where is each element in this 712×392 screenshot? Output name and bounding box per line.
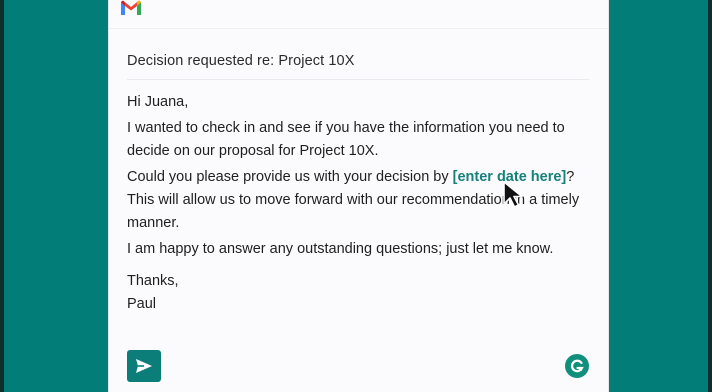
body-paragraph-3: I am happy to answer any outstanding que… [127,241,554,257]
send-icon [136,359,152,373]
mouse-pointer-icon [503,181,523,208]
grammarly-icon[interactable] [565,354,589,378]
email-compose-window: Decision requested re: Project 10X Hi Ju… [108,0,609,392]
send-button[interactable] [127,350,161,382]
paragraph-2-before: Could you please provide us with your de… [127,169,453,185]
compose-header [109,0,608,29]
greeting-line: Hi Juana, [127,94,189,110]
signature-line: Paul [127,296,157,312]
right-edge-shadow [708,0,712,392]
body-paragraph-1: I wanted to check in and see if you have… [127,120,565,159]
closing-line: Thanks, [127,273,179,289]
gmail-logo-icon [121,0,141,15]
subject-divider [127,79,589,80]
grammarly-g-glyph [570,359,584,373]
email-subject[interactable]: Decision requested re: Project 10X [127,53,354,69]
video-stage: Decision requested re: Project 10X Hi Ju… [0,0,712,392]
left-edge-shadow [0,0,4,392]
